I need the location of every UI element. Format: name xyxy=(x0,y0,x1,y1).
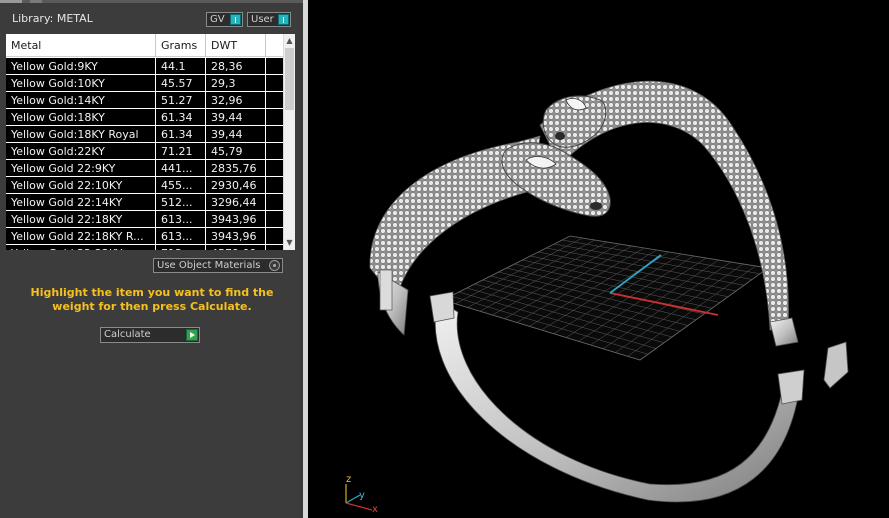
cell-metal: Yellow Gold:18KY Royal xyxy=(6,126,156,142)
table-row[interactable]: Yellow Gold:18KY 61.34 39,44 xyxy=(6,109,283,126)
cell-grams: 61.34 xyxy=(156,126,206,142)
calculate-button[interactable]: Calculate xyxy=(100,327,200,343)
cell-dwt: 3296,44 xyxy=(206,194,266,210)
table-scrollbar[interactable]: ▲ ▼ xyxy=(283,34,295,250)
3d-viewport[interactable]: z y x xyxy=(308,0,889,518)
cell-metal: Yellow Gold:22KY xyxy=(6,143,156,159)
cell-dwt: 2835,76 xyxy=(206,160,266,176)
cell-metal: Yellow Gold 22:18KY xyxy=(6,211,156,227)
metal-table: Metal Grams DWT Yellow Gold:9KY 44.1 28,36… xyxy=(6,34,295,250)
panther-head-left xyxy=(501,142,611,217)
cell-grams: 512... xyxy=(156,194,206,210)
chevron-down-icon[interactable]: ▼ xyxy=(284,237,295,249)
table-row[interactable]: Yellow Gold:10KY 45.57 29,3 xyxy=(6,75,283,92)
user-toggle[interactable]: User xyxy=(247,12,291,27)
cell-grams: 613... xyxy=(156,228,206,244)
y-axis-label: y xyxy=(359,490,365,501)
library-title: Library: METAL xyxy=(12,12,93,25)
cell-dwt: 2930,46 xyxy=(206,177,266,193)
cell-dwt: 45,79 xyxy=(206,143,266,159)
table-row[interactable]: Yellow Gold:9KY 44.1 28,36 xyxy=(6,58,283,75)
cell-grams: 51.27 xyxy=(156,92,206,108)
cell-metal: Yellow Gold:9KY xyxy=(6,58,156,74)
cell-dwt: 29,3 xyxy=(206,75,266,91)
panther-head-right xyxy=(542,95,607,148)
cell-metal: Yellow Gold 22:9KY xyxy=(6,160,156,176)
toggle-switch-icon[interactable] xyxy=(230,14,241,25)
gv-toggle-label: GV xyxy=(210,14,225,25)
column-header-grams[interactable]: Grams xyxy=(156,34,206,57)
axis-triad: z y x xyxy=(345,474,378,515)
table-body: Yellow Gold:9KY 44.1 28,36 Yellow Gold:10KY… xyxy=(6,58,283,250)
instruction-text: Highlight the item you want to find the … xyxy=(30,286,274,313)
cell-dwt: 39,44 xyxy=(206,126,266,142)
table-row[interactable]: Yellow Gold 22:18KY R... 613... 3943,96 xyxy=(6,228,283,245)
z-axis-label: z xyxy=(346,474,351,485)
panel-top-strip xyxy=(0,0,303,3)
column-header-metal[interactable]: Metal xyxy=(6,34,156,57)
cell-grams: 45.57 xyxy=(156,75,206,91)
cell-metal: Yellow Gold:18KY xyxy=(6,109,156,125)
metal-library-panel: Library: METAL GV User Metal Grams DWT Y… xyxy=(0,0,303,518)
cell-grams: 613... xyxy=(156,211,206,227)
radio-icon[interactable] xyxy=(269,260,280,271)
toggle-switch-icon[interactable] xyxy=(278,14,289,25)
cell-dwt: 39,44 xyxy=(206,109,266,125)
cell-metal: Yellow Gold 22:14KY xyxy=(6,194,156,210)
cell-metal: Yellow Gold 22:22KY xyxy=(6,245,156,250)
cell-grams: 71.21 xyxy=(156,143,206,159)
bracelet-model-render: z y x xyxy=(345,80,849,515)
table-row[interactable]: Yellow Gold:22KY 71.21 45,79 xyxy=(6,143,283,160)
use-object-materials-label: Use Object Materials xyxy=(157,260,261,271)
panel-tab-marker[interactable] xyxy=(0,0,22,3)
cell-dwt: 28,36 xyxy=(206,58,266,74)
cell-metal: Yellow Gold:14KY xyxy=(6,92,156,108)
viewport-grid xyxy=(441,235,770,361)
x-axis-label: x xyxy=(372,504,378,515)
use-object-materials-option[interactable]: Use Object Materials xyxy=(153,258,283,273)
table-row[interactable]: Yellow Gold 22:10KY 455... 2930,46 xyxy=(6,177,283,194)
cell-dwt: 4579,09 xyxy=(206,245,266,250)
table-row[interactable]: Yellow Gold 22:18KY 613... 3943,96 xyxy=(6,211,283,228)
cell-grams: 713... xyxy=(156,245,206,250)
cell-metal: Yellow Gold 22:18KY R... xyxy=(6,228,156,244)
clasp-piece xyxy=(823,341,849,389)
table-row[interactable]: Yellow Gold 22:22KY713...4579,09 xyxy=(6,245,283,250)
table-row[interactable]: Yellow Gold:18KY Royal 61.34 39,44 xyxy=(6,126,283,143)
table-row[interactable]: Yellow Gold:14KY 51.27 32,96 xyxy=(6,92,283,109)
user-toggle-label: User xyxy=(251,14,274,25)
scrollbar-thumb[interactable] xyxy=(285,48,294,110)
column-header-dwt[interactable]: DWT xyxy=(206,34,266,57)
cell-grams: 44.1 xyxy=(156,58,206,74)
cell-dwt: 3943,96 xyxy=(206,211,266,227)
cell-dwt: 32,96 xyxy=(206,92,266,108)
cell-grams: 455... xyxy=(156,177,206,193)
cell-grams: 441... xyxy=(156,160,206,176)
table-row[interactable]: Yellow Gold 22:14KY 512... 3296,44 xyxy=(6,194,283,211)
gv-toggle[interactable]: GV xyxy=(206,12,243,27)
chevron-up-icon[interactable]: ▲ xyxy=(284,35,295,47)
cell-grams: 61.34 xyxy=(156,109,206,125)
play-arrow-icon[interactable] xyxy=(186,329,198,341)
cell-metal: Yellow Gold 22:10KY xyxy=(6,177,156,193)
panel-tab-marker-secondary[interactable] xyxy=(30,0,42,3)
table-row[interactable]: Yellow Gold 22:9KY 441... 2835,76 xyxy=(6,160,283,177)
cell-metal: Yellow Gold:10KY xyxy=(6,75,156,91)
cell-dwt: 3943,96 xyxy=(206,228,266,244)
table-header: Metal Grams DWT xyxy=(6,34,283,57)
calculate-label: Calculate xyxy=(104,329,151,340)
